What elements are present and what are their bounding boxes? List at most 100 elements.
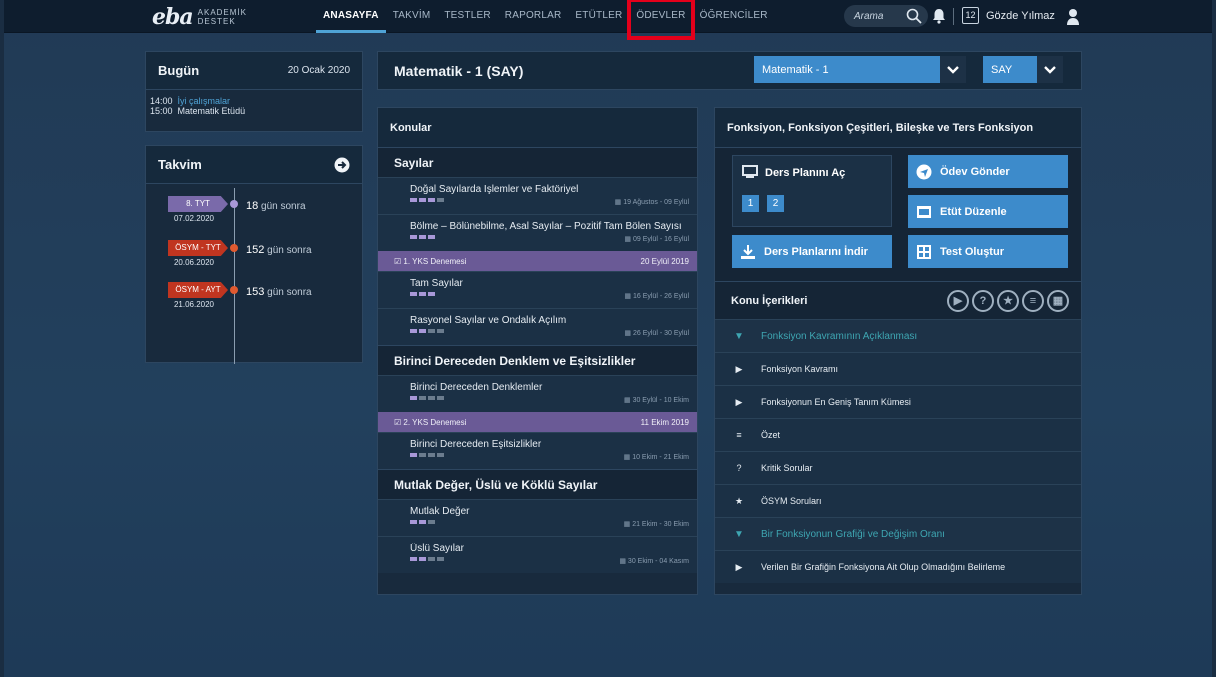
topic-range: ▦ 10 Ekim - 21 Ekim	[623, 454, 689, 461]
topic-item[interactable]: Bölme – Bölünebilme, Asal Sayılar – Pozi…	[378, 214, 697, 251]
exam-tag[interactable]: ÖSYM - AYT 21.06.2020	[162, 282, 234, 309]
event-item: 14:00 İyi çalışmalar	[150, 96, 362, 106]
topic-item[interactable]: Mutlak Değer ▦ 21 Ekim - 30 Ekim	[378, 499, 697, 536]
topic-name: Üslü Sayılar	[410, 543, 464, 554]
content-item-label: Verilen Bir Grafiğin Fonksiyona Ait Olup…	[761, 562, 1006, 572]
countdown-days: 152	[246, 244, 265, 256]
group-select[interactable]: SAY	[983, 56, 1063, 83]
topic-item[interactable]: Doğal Sayılarda İşlemler ve Faktöriyel ▦…	[378, 177, 697, 214]
content-item[interactable]: ▶ Fonksiyon Kavramı	[715, 352, 1081, 385]
etut-duzenle-button[interactable]: Etüt Düzenle	[908, 195, 1068, 228]
nav-odevler[interactable]: ÖDEVLER	[627, 0, 695, 40]
plan-2-button[interactable]: 2	[767, 195, 784, 212]
today-title: Bugün	[158, 63, 200, 78]
user-name[interactable]: Gözde Yılmaz	[986, 10, 1055, 22]
edit-board-icon	[917, 205, 931, 218]
countdown: 18 gün sonra	[246, 200, 306, 212]
konu-actions: Ders Planını Aç 1 2 Ders Planlarını İndi…	[715, 147, 1081, 281]
countdown: 153 gün sonra	[246, 286, 312, 298]
deneme-row[interactable]: ☑ 1. YKS Denemesi 20 Eylül 2019	[378, 251, 697, 271]
group-select-value: SAY	[991, 63, 1013, 76]
content-item-label: ÖSYM Soruları	[761, 496, 822, 506]
deneme-label: ☑ 1. YKS Denemesi	[394, 256, 467, 266]
user-icon[interactable]	[1066, 8, 1080, 25]
topic-item[interactable]: Birinci Dereceden Eşitsizlikler ▦ 10 Eki…	[378, 432, 697, 469]
award-icon: ★	[734, 495, 744, 506]
marker-icon: ▼	[734, 330, 744, 342]
deneme-row[interactable]: ☑ 2. YKS Denemesi 11 Ekim 2019	[378, 412, 697, 432]
eba-logo[interactable]: eba AKADEMİK DESTEK	[152, 4, 247, 30]
nav-ogrenciler[interactable]: ÖĞRENCİLER	[693, 0, 775, 33]
content-item[interactable]: ? Kritik Sorular	[715, 451, 1081, 484]
countdown-suffix: gün sonra	[267, 287, 312, 298]
deneme-date: 11 Ekim 2019	[640, 417, 689, 427]
topic-range: ▦ 16 Eylül - 26 Eylül	[624, 293, 689, 300]
plan-1-button[interactable]: 1	[742, 195, 759, 212]
topic-range: ▦ 19 Ağustos - 09 Eylül	[614, 199, 689, 206]
nav-takvim[interactable]: TAKVİM	[386, 0, 438, 33]
event-time: 15:00	[150, 106, 173, 116]
ders-planlari-indir-button[interactable]: Ders Planlarını İndir	[732, 235, 892, 268]
content-item[interactable]: ▶ Fonksiyonun En Geniş Tanım Kümesi	[715, 385, 1081, 418]
topic-item[interactable]: Birinci Dereceden Denklemler ▦ 30 Eylül …	[378, 375, 697, 412]
top-bar: eba AKADEMİK DESTEK ANASAYFA TAKVİM TEST…	[4, 0, 1212, 40]
topic-range: ▦ 30 Ekim - 04 Kasım	[619, 558, 689, 565]
topic-item[interactable]: Üslü Sayılar ▦ 30 Ekim - 04 Kasım	[378, 536, 697, 573]
konular-header: Konular	[378, 108, 697, 147]
monitor-icon	[742, 165, 758, 178]
arrow-right-circle-icon[interactable]	[334, 157, 350, 173]
timeline-dot	[230, 286, 238, 294]
play-icon: ▶	[735, 561, 743, 572]
content-item[interactable]: ▶ Verilen Bir Grafiğin Fonksiyona Ait Olu…	[715, 550, 1081, 583]
topic-range-text: 16 Eylül - 26 Eylül	[632, 293, 689, 300]
nav-raporlar[interactable]: RAPORLAR	[498, 0, 569, 33]
subject-select-value: Matematik - 1	[762, 63, 829, 76]
section-header[interactable]: Mutlak Değer, Üslü ve Köklü Sayılar	[378, 469, 697, 499]
konu-icerikleri-title: Konu İçerikleri	[731, 294, 808, 307]
exam-date: 21.06.2020	[173, 300, 215, 309]
content-section[interactable]: ▼ Fonksiyon Kavramının Açıklanması	[715, 319, 1081, 352]
indir-label: Ders Planlarını İndir	[764, 245, 868, 258]
content-item-label: Kritik Sorular	[761, 463, 813, 473]
exam-tag[interactable]: ÖSYM - TYT 20.06.2020	[162, 240, 234, 267]
nav-etutler[interactable]: ETÜTLER	[568, 0, 629, 33]
content-item-label: Fonksiyonun En Geniş Tanım Kümesi	[761, 397, 911, 407]
exam-tag[interactable]: 8. TYT 07.02.2020	[162, 196, 234, 223]
download-icon	[741, 244, 755, 259]
section-header[interactable]: Sayılar	[378, 147, 697, 177]
topic-item[interactable]: Tam Sayılar ▦ 16 Eylül - 26 Eylül	[378, 271, 697, 308]
test-label: Test Oluştur	[940, 245, 1004, 258]
topic-name: Bölme – Bölünebilme, Asal Sayılar – Pozi…	[410, 221, 682, 232]
question-filter-icon[interactable]: ?	[972, 289, 994, 312]
play-filter-icon[interactable]: ▶	[947, 289, 969, 312]
marker-icon: ▼	[734, 528, 744, 540]
ders-plani-ac-button[interactable]: Ders Planını Aç	[765, 167, 845, 179]
logo-sub2: DESTEK	[197, 17, 236, 26]
chevron-down-icon	[1037, 56, 1063, 83]
nav-testler[interactable]: TESTLER	[437, 0, 497, 33]
countdown-days: 18	[246, 200, 259, 212]
subject-select[interactable]: Matematik - 1	[754, 56, 966, 83]
nav-anasayfa[interactable]: ANASAYFA	[316, 0, 386, 33]
search-box[interactable]: Arama	[844, 5, 928, 27]
play-icon: ▶	[735, 363, 743, 374]
exam-date: 07.02.2020	[173, 214, 215, 223]
topic-name: Tam Sayılar	[410, 278, 463, 289]
grid-filter-icon[interactable]: ▦	[1047, 289, 1069, 312]
odev-gonder-button[interactable]: Ödev Gönder	[908, 155, 1068, 188]
content-section[interactable]: ▼ Bir Fonksiyonun Grafiği ve Değişim Oran…	[715, 517, 1081, 550]
calendar-icon[interactable]: 12	[962, 7, 979, 24]
event-link[interactable]: İyi çalışmalar	[178, 96, 231, 106]
countdown-suffix: gün sonra	[267, 245, 312, 256]
section-header[interactable]: Birinci Dereceden Denklem ve Eşitsizlikl…	[378, 345, 697, 375]
document-filter-icon[interactable]: ≡	[1022, 289, 1044, 312]
content-section-label: Fonksiyon Kavramının Açıklanması	[761, 330, 918, 342]
subject-header: Matematik - 1 (SAY)	[377, 51, 1082, 90]
content-item[interactable]: ★ ÖSYM Soruları	[715, 484, 1081, 517]
award-filter-icon[interactable]: ★	[997, 289, 1019, 312]
bell-icon[interactable]	[932, 8, 946, 24]
test-olustur-button[interactable]: Test Oluştur	[908, 235, 1068, 268]
content-item[interactable]: ≡ Özet	[715, 418, 1081, 451]
topic-item[interactable]: Rasyonel Sayılar ve Ondalık Açılım ▦ 26 …	[378, 308, 697, 345]
countdown-days: 153	[246, 286, 265, 298]
